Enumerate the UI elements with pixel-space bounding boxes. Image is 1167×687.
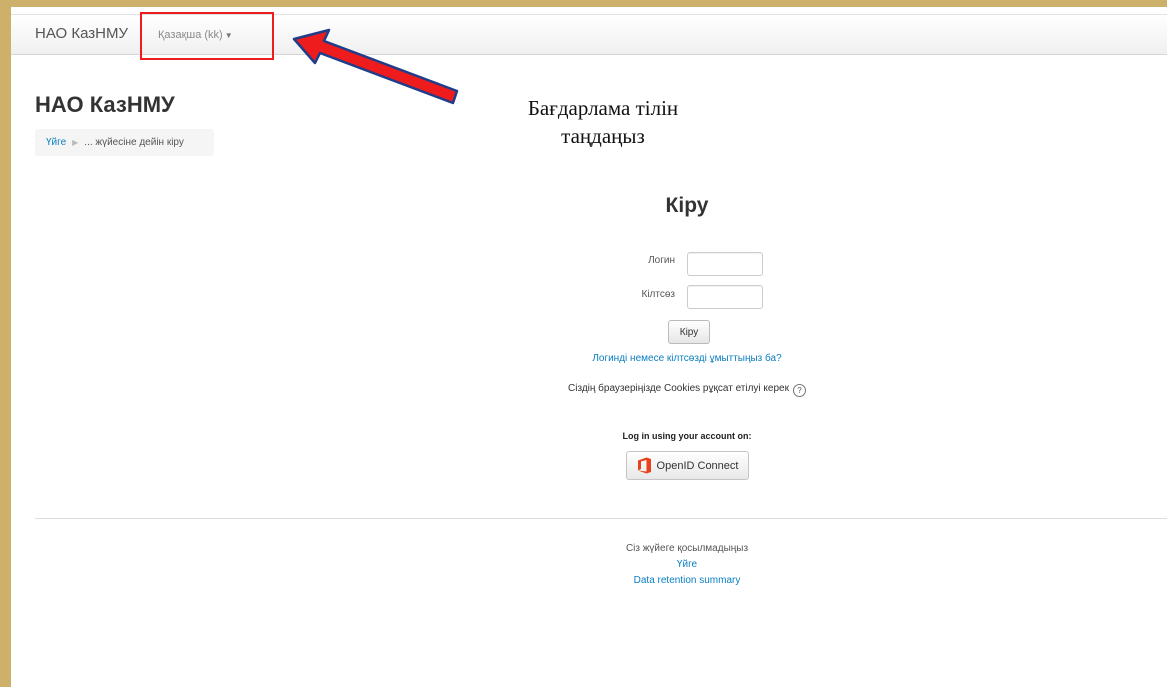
caret-down-icon: ▼ bbox=[224, 31, 233, 40]
login-submit-button[interactable]: Кіру bbox=[668, 320, 710, 344]
openid-connect-label: OpenID Connect bbox=[656, 459, 739, 472]
frame-left-border bbox=[0, 0, 11, 687]
login-heading: Кіру bbox=[665, 194, 709, 217]
annotation-line-1: Бағдарлама тілін bbox=[527, 96, 679, 120]
annotation-arrow-icon bbox=[292, 28, 459, 105]
password-input[interactable] bbox=[687, 285, 763, 309]
page-title: НАО КазНМУ bbox=[35, 92, 175, 117]
cookies-notice: Сіздің браузеріңізде Cookies рұқсат етіл… bbox=[11, 383, 1167, 397]
annotation-line-2: таңдаңыз bbox=[561, 124, 645, 148]
footer-divider bbox=[35, 518, 1167, 519]
password-label: Кілтсөз bbox=[641, 289, 676, 300]
annotation-text: Бағдарлама тілін таңдаңыз bbox=[503, 94, 703, 150]
oauth-label: Log in using your account on: bbox=[622, 431, 752, 441]
office-icon bbox=[637, 457, 651, 474]
breadcrumb-home-link[interactable]: Үйге bbox=[46, 137, 66, 148]
breadcrumb: Үйге ▶ ... жүйесіне дейін кіру bbox=[35, 129, 214, 156]
navbar-brand[interactable]: НАО КазНМУ bbox=[35, 25, 128, 42]
triangle-right-icon: ▶ bbox=[72, 138, 79, 147]
footer-home-link[interactable]: Үйге bbox=[11, 557, 1167, 573]
navbar: НАО КазНМУ Қазақша (kk) ▼ bbox=[11, 14, 1167, 55]
language-menu[interactable]: Қазақша (kk) ▼ bbox=[158, 29, 233, 41]
footer: Сіз жүйеге қосылмадыңыз Үйге Data retent… bbox=[11, 541, 1167, 589]
cookies-notice-text: Сіздің браузеріңізде Cookies рұқсат етіл… bbox=[568, 383, 789, 394]
language-menu-label: Қазақша (kk) bbox=[158, 29, 223, 41]
data-retention-link[interactable]: Data retention summary bbox=[11, 573, 1167, 589]
username-label: Логин bbox=[648, 255, 675, 266]
login-status-text: Сіз жүйеге қосылмадыңыз bbox=[625, 543, 749, 554]
frame-top-border bbox=[0, 0, 1167, 7]
openid-connect-button[interactable]: OpenID Connect bbox=[626, 451, 749, 480]
username-input[interactable] bbox=[687, 252, 763, 276]
breadcrumb-current: ... жүйесіне дейін кіру bbox=[84, 137, 184, 148]
browser-page: НАО КазНМУ Қазақша (kk) ▼ Бағдарлама тілі… bbox=[11, 7, 1167, 687]
forgot-password-link[interactable]: Логинді немесе кілтсөзді ұмыттыңыз ба? bbox=[11, 353, 1167, 364]
help-icon[interactable]: ? bbox=[792, 384, 806, 397]
